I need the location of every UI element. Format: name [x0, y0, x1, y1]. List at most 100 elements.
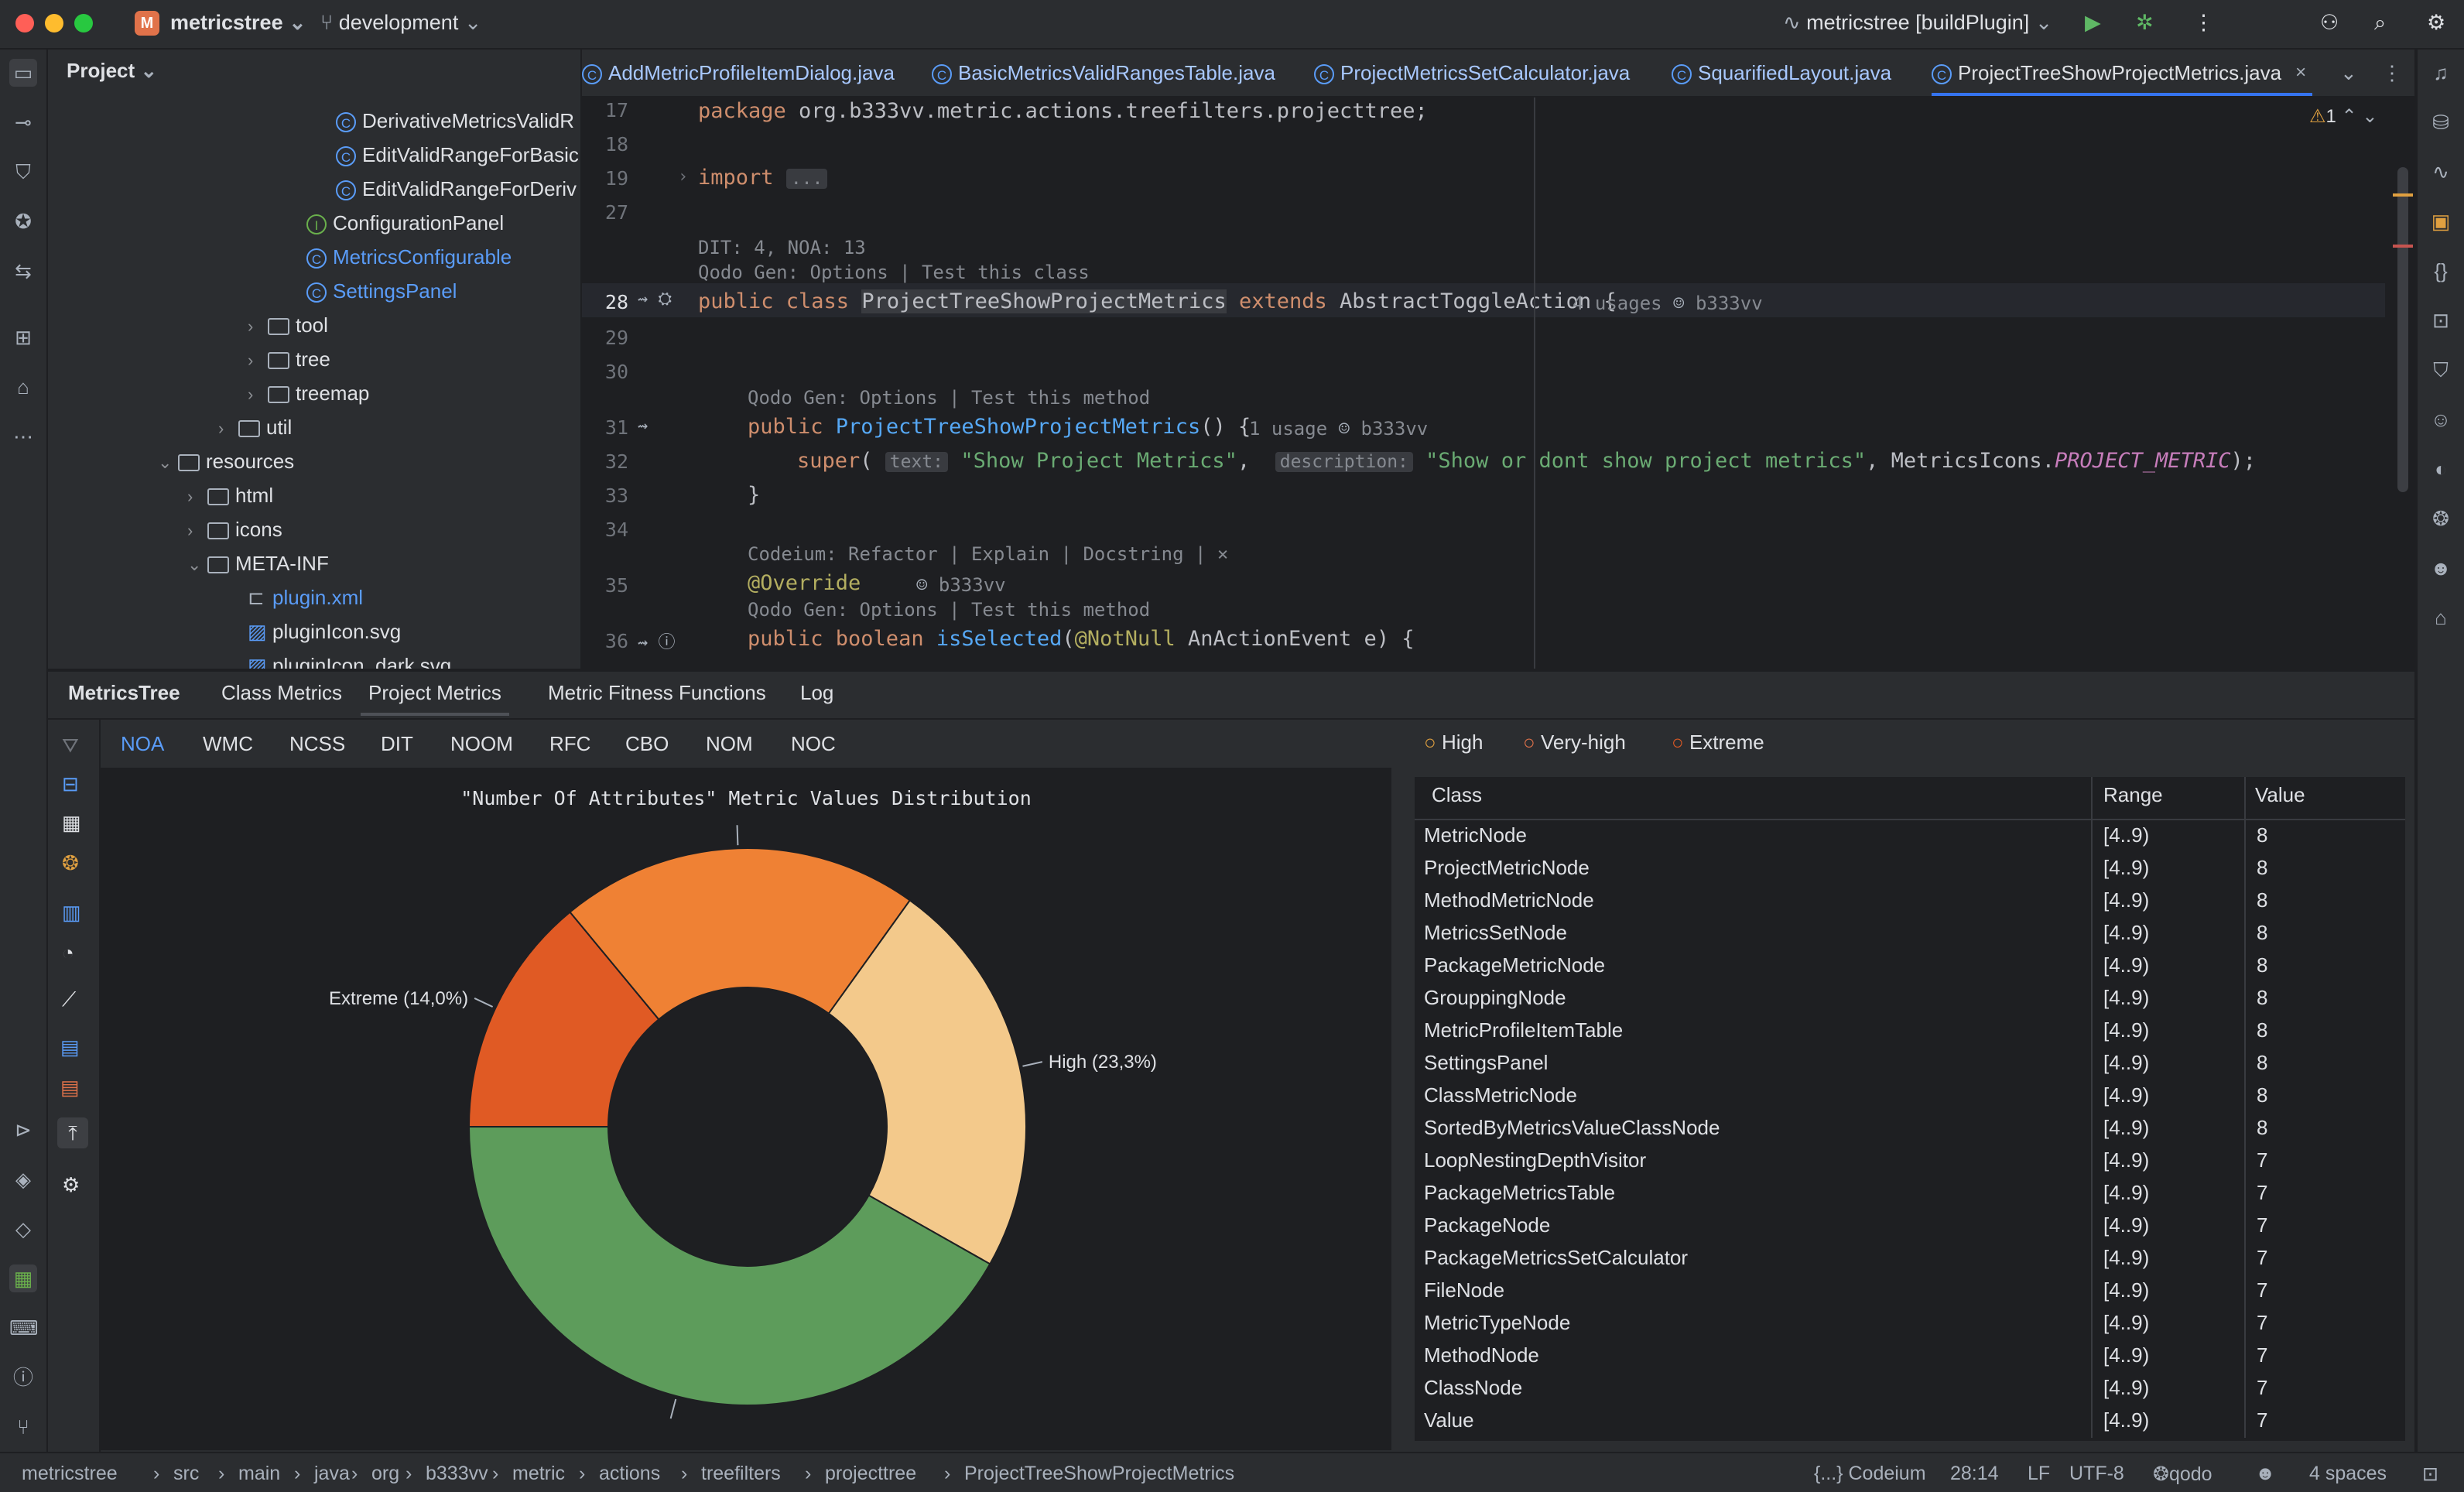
breadcrumb-item[interactable]: src	[173, 1463, 199, 1485]
tab-log[interactable]: Log	[800, 681, 833, 705]
close-window-button[interactable]	[15, 14, 34, 33]
git-icon[interactable]: ⑂	[9, 1413, 37, 1441]
chevron-up-icon[interactable]: ⌃	[2342, 105, 2357, 128]
run-tool-icon[interactable]: ⊳	[9, 1116, 37, 1144]
copilot-icon[interactable]: ☺	[2427, 406, 2455, 433]
qodo-method-hint[interactable]: Qodo Gen: Options | Test this method	[748, 387, 1150, 409]
tree-item[interactable]: › treemap	[248, 376, 369, 410]
chevron-down-icon[interactable]: ⌄	[187, 548, 207, 582]
table-row[interactable]: Value [4..9) 7	[1424, 1404, 2399, 1436]
chevron-down-icon[interactable]: ⌄	[2362, 105, 2377, 128]
commit-tool-icon[interactable]: ⊸	[9, 108, 37, 136]
search-icon[interactable]: ⌕	[2374, 11, 2386, 36]
table-row[interactable]: PackageMetricNode [4..9) 8	[1424, 949, 2399, 981]
notifications-icon[interactable]: ♫	[2427, 59, 2455, 87]
editor-tab[interactable]: C SquarifiedLayout.java	[1672, 50, 1891, 96]
chevron-right-icon[interactable]: ›	[248, 310, 268, 344]
metric-tab-noom[interactable]: NOOM	[450, 732, 513, 756]
tree-item[interactable]: C SettingsPanel	[306, 274, 457, 308]
tree-item[interactable]: › tool	[248, 308, 328, 342]
breadcrumb-item[interactable]: actions	[599, 1463, 660, 1485]
table-row[interactable]: GrouppingNode [4..9) 8	[1424, 981, 2399, 1014]
qodo-icon[interactable]: ❂	[2427, 505, 2455, 532]
readonly-toggle-icon[interactable]: ⊡	[2422, 1463, 2438, 1486]
table-row[interactable]: LoopNestingDepthVisitor [4..9) 7	[1424, 1144, 2399, 1176]
database-icon[interactable]: ⛁	[2427, 108, 2455, 136]
import-fold[interactable]: ...	[785, 169, 828, 189]
breadcrumb-item[interactable]: java	[314, 1463, 350, 1485]
column-header-range[interactable]: Range	[2103, 783, 2163, 807]
breadcrumb-item[interactable]: treefilters	[701, 1463, 781, 1485]
qodo-method-hint[interactable]: Qodo Gen: Options | Test this method	[748, 599, 1150, 621]
breadcrumb-item[interactable]: b333vv	[426, 1463, 488, 1485]
column-header-class[interactable]: Class	[1432, 783, 1482, 807]
profile-icon[interactable]: ❂	[62, 851, 79, 875]
table-row[interactable]: MethodMetricNode [4..9) 8	[1424, 884, 2399, 916]
copilot-status-icon[interactable]: ☻	[2255, 1463, 2275, 1485]
tree-item[interactable]: › tree	[248, 342, 330, 376]
table-view-icon[interactable]: ▦	[62, 811, 81, 835]
table-row[interactable]: FileNode [4..9) 7	[1424, 1274, 2399, 1306]
override-gutter-icon[interactable]: ⇝ ⛭	[638, 289, 672, 309]
tree-item[interactable]: ▨ pluginIcon_dark.svg	[248, 648, 451, 669]
project-badge[interactable]: M	[135, 11, 159, 36]
editor-tab[interactable]: C BasicMetricsValidRangesTable.java	[932, 50, 1275, 96]
chevron-right-icon[interactable]: ›	[248, 344, 268, 378]
metric-tab-nom[interactable]: NOM	[706, 732, 753, 756]
fold-chevron-icon[interactable]: ›	[678, 167, 688, 186]
tree-item[interactable]: C EditValidRangeForBasic	[336, 138, 579, 172]
pull-requests-icon[interactable]: ⇆	[9, 257, 37, 285]
services-icon[interactable]: ⌂	[9, 373, 37, 401]
tree-item[interactable]: C EditValidRangeForDeriv	[336, 172, 577, 206]
settings-gear-icon[interactable]: ⚙	[2427, 11, 2445, 35]
metricstree-tool-icon[interactable]: ▦	[9, 1264, 37, 1292]
table-row[interactable]: MetricNode [4..9) 8	[1424, 819, 2399, 851]
project-panel-header[interactable]: Project ⌄	[67, 59, 157, 83]
json-icon[interactable]: {}	[2427, 257, 2455, 285]
donut-chart[interactable]: "Number Of Attributes" Metric Values Dis…	[101, 768, 1391, 1450]
project-tool-icon[interactable]: ▭	[9, 59, 37, 87]
chevron-right-icon[interactable]: ›	[248, 378, 268, 412]
export-xml-icon[interactable]: ▤	[60, 1076, 80, 1100]
tab-list-chevron-icon[interactable]: ⌄	[2340, 50, 2357, 96]
ai-assistant-icon[interactable]: ✪	[9, 207, 37, 235]
inspection-widget[interactable]: ⚠1 ⌃ ⌄	[2309, 105, 2377, 128]
layers-icon[interactable]: ◈	[9, 1165, 37, 1193]
run-config-selector[interactable]: ∿ metricstree [buildPlugin] ⌄	[1783, 11, 2052, 35]
project-selector[interactable]: metricstree ⌄	[170, 11, 306, 35]
tree-item[interactable]: C MetricsConfigurable	[306, 240, 512, 274]
filter-icon[interactable]: ⛛	[62, 734, 79, 758]
metric-tab-noc[interactable]: NOC	[791, 732, 836, 756]
export-csv-icon[interactable]: ▤	[60, 1035, 80, 1059]
more-actions-icon[interactable]: ⋮	[2193, 11, 2214, 35]
metric-tab-cbo[interactable]: CBO	[625, 732, 669, 756]
run-icon[interactable]: ▶	[2085, 11, 2101, 35]
zoom-window-button[interactable]	[74, 14, 93, 33]
tree-item[interactable]: ⌄ META-INF	[187, 546, 329, 580]
table-row[interactable]: MetricProfileItemTable [4..9) 8	[1424, 1014, 2399, 1046]
tree-item[interactable]: › icons	[187, 512, 282, 546]
table-row[interactable]: PackageMetricsTable [4..9) 7	[1424, 1176, 2399, 1209]
branch-selector[interactable]: ⑂ development ⌄	[320, 11, 481, 35]
table-row[interactable]: SortedByMetricsValueClassNode [4..9) 8	[1424, 1111, 2399, 1144]
minimize-window-button[interactable]	[45, 14, 63, 33]
tools-icon[interactable]: ⌂	[2427, 604, 2455, 631]
table-row[interactable]: MetricTypeNode [4..9) 7	[1424, 1306, 2399, 1339]
debug-icon[interactable]: ✲	[2136, 11, 2154, 35]
tree-view-icon[interactable]: ⊟	[62, 772, 79, 796]
close-tab-icon[interactable]: ×	[2295, 50, 2306, 96]
table-row[interactable]: SettingsPanel [4..9) 8	[1424, 1046, 2399, 1079]
structure-tool-icon[interactable]: ⛉	[9, 158, 37, 186]
tree-item[interactable]: ⌄ resources	[158, 444, 294, 478]
add-user-icon[interactable]: ⚇	[2320, 11, 2339, 35]
chevron-right-icon[interactable]: ›	[218, 412, 238, 446]
metric-tab-wmc[interactable]: WMC	[203, 732, 253, 756]
editor-tab-active[interactable]: C ProjectTreeShowProjectMetrics.java ×	[1932, 50, 2313, 96]
tree-item[interactable]: › util	[218, 410, 292, 444]
level-tab-high[interactable]: ○ High	[1424, 731, 1483, 755]
table-row[interactable]: PackageNode [4..9) 7	[1424, 1209, 2399, 1241]
chevron-down-icon[interactable]: ⌄	[158, 446, 178, 480]
metric-tab-dit[interactable]: DIT	[381, 732, 413, 756]
table-row[interactable]: ClassNode [4..9) 7	[1424, 1371, 2399, 1404]
endpoints-icon[interactable]: ⊡	[2427, 306, 2455, 334]
